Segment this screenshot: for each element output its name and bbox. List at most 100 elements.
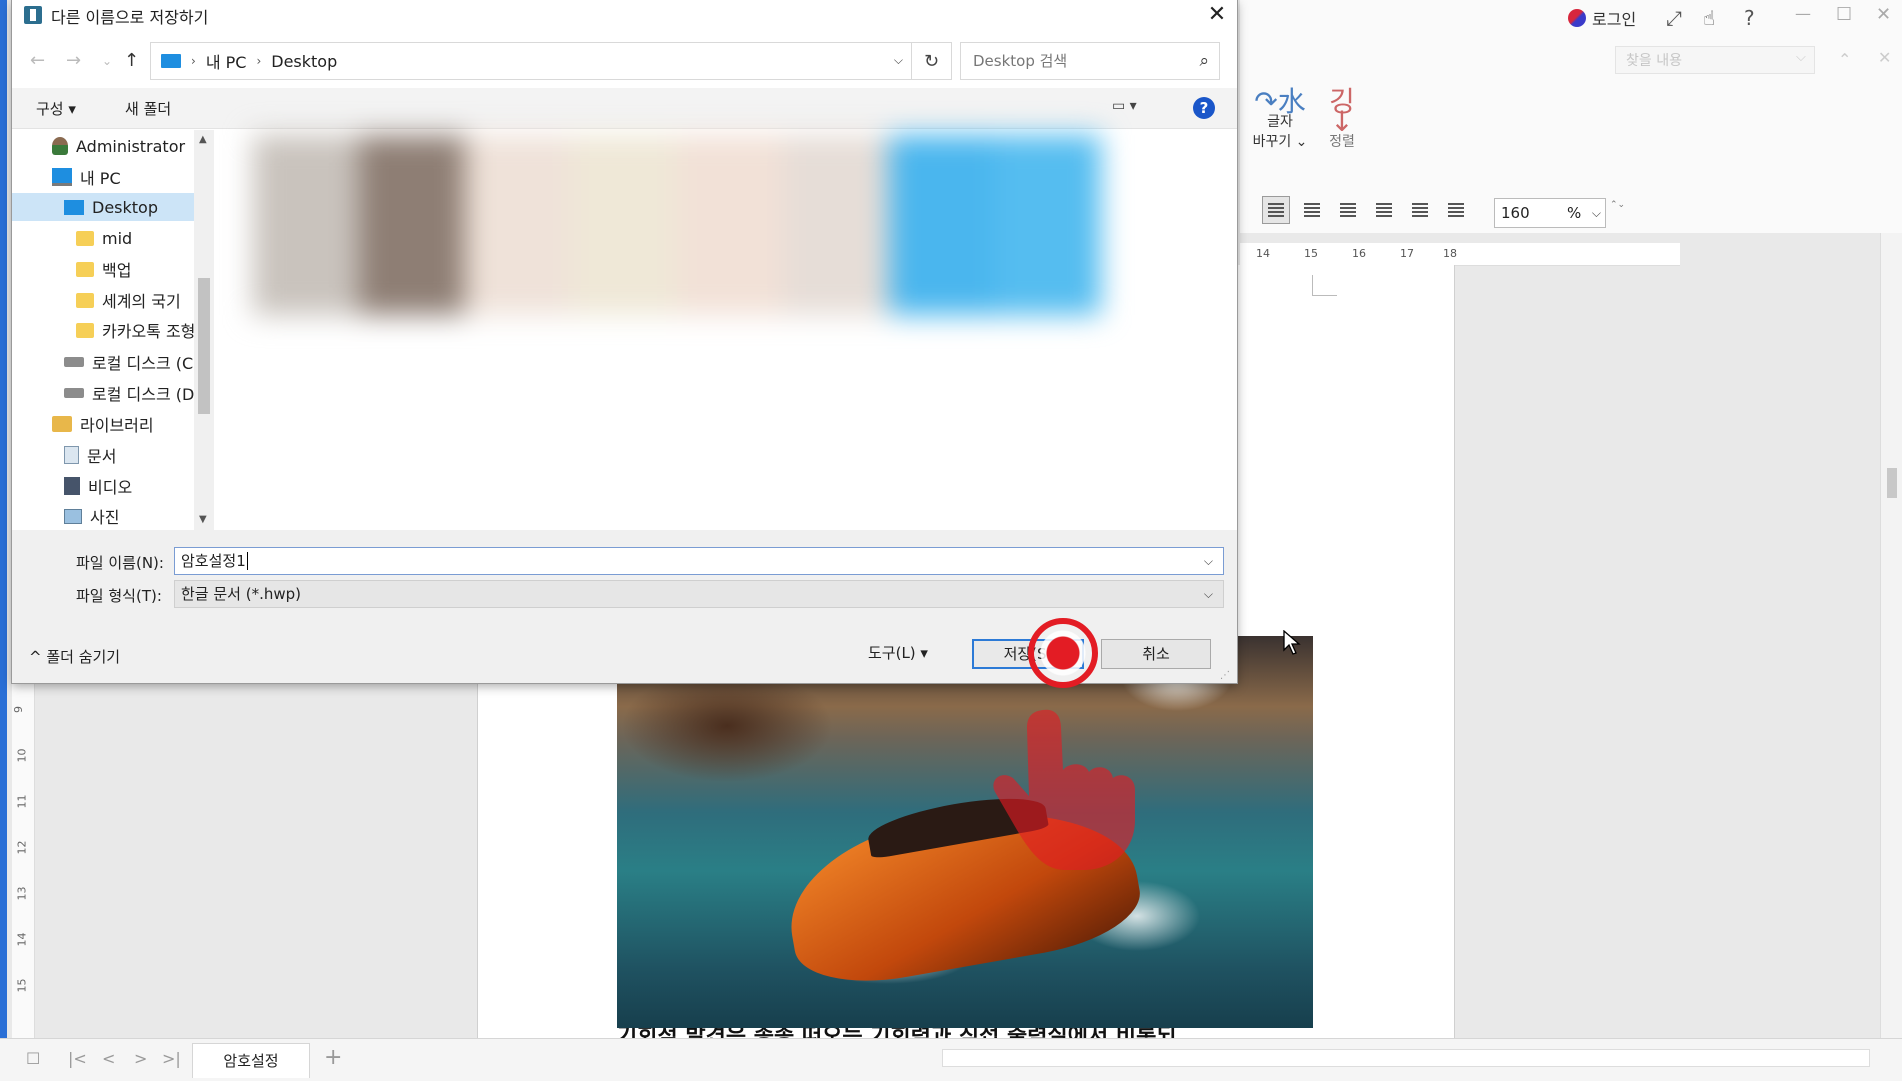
tree-item-label: 내 PC bbox=[80, 169, 121, 188]
app-close-icon[interactable]: ✕ bbox=[1876, 4, 1891, 25]
align-justify-button[interactable] bbox=[1262, 196, 1290, 224]
pc-icon bbox=[52, 168, 72, 186]
file-thumbnail[interactable] bbox=[889, 135, 995, 315]
tree-item-mid[interactable]: mid bbox=[76, 224, 132, 252]
login-label: 로그인 bbox=[1592, 10, 1637, 29]
dialog-close-button[interactable]: ✕ bbox=[1198, 0, 1236, 30]
find-input[interactable]: 찾을 내용 bbox=[1615, 46, 1815, 74]
align-left-button[interactable] bbox=[1298, 196, 1326, 224]
folder-icon bbox=[76, 322, 94, 338]
resize-grip-icon[interactable]: ⋰ bbox=[1220, 670, 1230, 681]
prev-page-icon[interactable]: < bbox=[102, 1049, 115, 1068]
search-input[interactable]: Desktop 검색 ⌕ bbox=[960, 42, 1220, 80]
view-options-button[interactable]: ▭ ▾ bbox=[1112, 98, 1137, 114]
glyph-change-button[interactable]: ↷水 글자 바꾸기 ⌄ bbox=[1250, 88, 1310, 152]
tree-item-world-flags[interactable]: 세계의 국기 bbox=[76, 286, 181, 314]
expand-icon[interactable]: ⤢ bbox=[1666, 6, 1682, 30]
hide-folders-button[interactable]: ^ 폴더 숨기기 bbox=[29, 646, 120, 667]
tree-item-local-disk-c[interactable]: 로컬 디스크 (C bbox=[64, 348, 194, 376]
page-view-icon[interactable]: ☐ bbox=[26, 1049, 40, 1068]
file-thumbnail[interactable] bbox=[571, 135, 677, 315]
pictures-icon bbox=[64, 508, 82, 524]
tree-item-label: 비디오 bbox=[88, 478, 133, 497]
help-icon[interactable]: ? bbox=[1193, 97, 1215, 119]
first-page-icon[interactable]: |< bbox=[68, 1049, 87, 1068]
file-thumbnail[interactable] bbox=[465, 135, 571, 315]
address-dropdown-icon[interactable]: ⌵ bbox=[894, 53, 903, 68]
tree-item-desktop[interactable]: Desktop bbox=[12, 193, 194, 221]
ruler-tick: 15 bbox=[15, 978, 29, 993]
cancel-button[interactable]: 취소 bbox=[1101, 639, 1211, 669]
disk-icon bbox=[64, 388, 84, 398]
address-bar[interactable]: › 내 PC › Desktop ⌵ bbox=[150, 42, 912, 80]
file-thumbnail[interactable] bbox=[677, 135, 783, 315]
tree-item-my-pc[interactable]: 내 PC bbox=[52, 163, 121, 191]
tools-button[interactable]: 도구(L) ▾ bbox=[868, 642, 928, 663]
document-tab[interactable]: 암호설정 bbox=[192, 1043, 310, 1078]
align-right-button[interactable] bbox=[1370, 196, 1398, 224]
tree-item-administrator[interactable]: Administrator bbox=[52, 132, 185, 160]
tree-item-documents[interactable]: 문서 bbox=[64, 441, 116, 469]
new-folder-button[interactable]: 새 폴더 bbox=[125, 98, 171, 119]
last-page-icon[interactable]: >| bbox=[162, 1049, 181, 1068]
line-spacing-spinner[interactable]: ⌃⌄ bbox=[1610, 198, 1625, 228]
scroll-thumb[interactable] bbox=[1887, 468, 1897, 498]
filetype-select[interactable]: 한글 문서 (*.hwp) ⌵ bbox=[174, 580, 1224, 608]
file-thumbnail[interactable] bbox=[995, 135, 1101, 315]
line-spacing-dropdown-icon[interactable]: ⌵ bbox=[1592, 199, 1601, 227]
mouse-pointer-icon bbox=[1283, 630, 1301, 655]
touch-mode-icon[interactable]: ☝ bbox=[1703, 6, 1715, 30]
refresh-icon[interactable]: ↻ bbox=[912, 42, 952, 80]
maximize-icon[interactable]: ☐ bbox=[1836, 4, 1852, 25]
back-icon[interactable]: ← bbox=[30, 50, 45, 71]
align-divide-button[interactable] bbox=[1442, 196, 1470, 224]
recent-locations-icon[interactable]: ⌄ bbox=[102, 54, 112, 68]
scroll-thumb[interactable] bbox=[198, 278, 210, 414]
help-question-icon[interactable]: ? bbox=[1744, 6, 1755, 30]
filetype-dropdown-icon[interactable]: ⌵ bbox=[1204, 581, 1213, 607]
breadcrumb-pc[interactable]: 내 PC bbox=[206, 49, 247, 73]
search-icon[interactable]: ⌕ bbox=[1199, 43, 1209, 79]
tree-item-videos[interactable]: 비디오 bbox=[64, 472, 132, 500]
organize-button[interactable]: 구성 ▾ bbox=[36, 98, 76, 119]
ruler-tick: 18 bbox=[1443, 247, 1457, 260]
file-thumbnail[interactable] bbox=[359, 135, 465, 315]
file-thumbnail[interactable] bbox=[253, 135, 359, 315]
breadcrumb-separator: › bbox=[256, 54, 262, 68]
file-list[interactable] bbox=[217, 130, 1237, 530]
horizontal-scrollbar[interactable] bbox=[942, 1049, 1870, 1067]
forward-icon[interactable]: → bbox=[66, 50, 81, 71]
login-button[interactable]: 로그인 bbox=[1568, 6, 1636, 30]
sort-label: 정렬 bbox=[1329, 134, 1355, 150]
minimize-icon[interactable]: — bbox=[1795, 4, 1811, 23]
folder-icon bbox=[76, 292, 94, 308]
scroll-down-icon[interactable]: ▼ bbox=[199, 514, 207, 525]
align-distribute-button[interactable] bbox=[1406, 196, 1434, 224]
find-up-icon[interactable]: ⌃ bbox=[1838, 50, 1851, 69]
ruler-tick: 12 bbox=[15, 840, 29, 855]
folder-tree-scrollbar[interactable]: ▲ ▼ bbox=[194, 130, 214, 530]
document-vertical-scrollbar[interactable] bbox=[1880, 233, 1902, 1038]
add-tab-icon[interactable]: + bbox=[324, 1045, 342, 1070]
filename-dropdown-icon[interactable]: ⌵ bbox=[1204, 548, 1213, 574]
tree-item-label: Administrator bbox=[76, 136, 186, 156]
document-car-image[interactable] bbox=[617, 636, 1313, 1028]
next-page-icon[interactable]: > bbox=[134, 1049, 147, 1068]
tree-item-label: 카카오톡 조형 bbox=[102, 322, 194, 341]
align-center-button[interactable] bbox=[1334, 196, 1362, 224]
find-close-icon[interactable]: ✕ bbox=[1878, 48, 1891, 67]
tree-item-libraries[interactable]: 라이브러리 bbox=[52, 410, 154, 438]
sort-button[interactable]: 깅↓ 정렬 bbox=[1322, 88, 1362, 152]
filename-input[interactable]: 암호설정1 ⌵ bbox=[174, 547, 1224, 575]
breadcrumb-desktop[interactable]: Desktop bbox=[271, 52, 337, 71]
filetype-label: 파일 형식(T): bbox=[76, 587, 162, 605]
scroll-up-icon[interactable]: ▲ bbox=[199, 134, 207, 145]
find-dropdown-icon[interactable]: ⌵ bbox=[1796, 50, 1806, 65]
up-folder-icon[interactable]: ↑ bbox=[124, 50, 139, 71]
line-spacing-input[interactable]: 160 % ⌵ bbox=[1494, 198, 1606, 228]
tree-item-local-disk-d[interactable]: 로컬 디스크 (D bbox=[64, 379, 194, 407]
file-thumbnail[interactable] bbox=[783, 135, 889, 315]
tree-item-backup[interactable]: 백업 bbox=[76, 255, 131, 283]
tree-item-kakaotalk[interactable]: 카카오톡 조형 bbox=[76, 316, 194, 344]
tree-item-pictures[interactable]: 사진 bbox=[64, 502, 119, 530]
